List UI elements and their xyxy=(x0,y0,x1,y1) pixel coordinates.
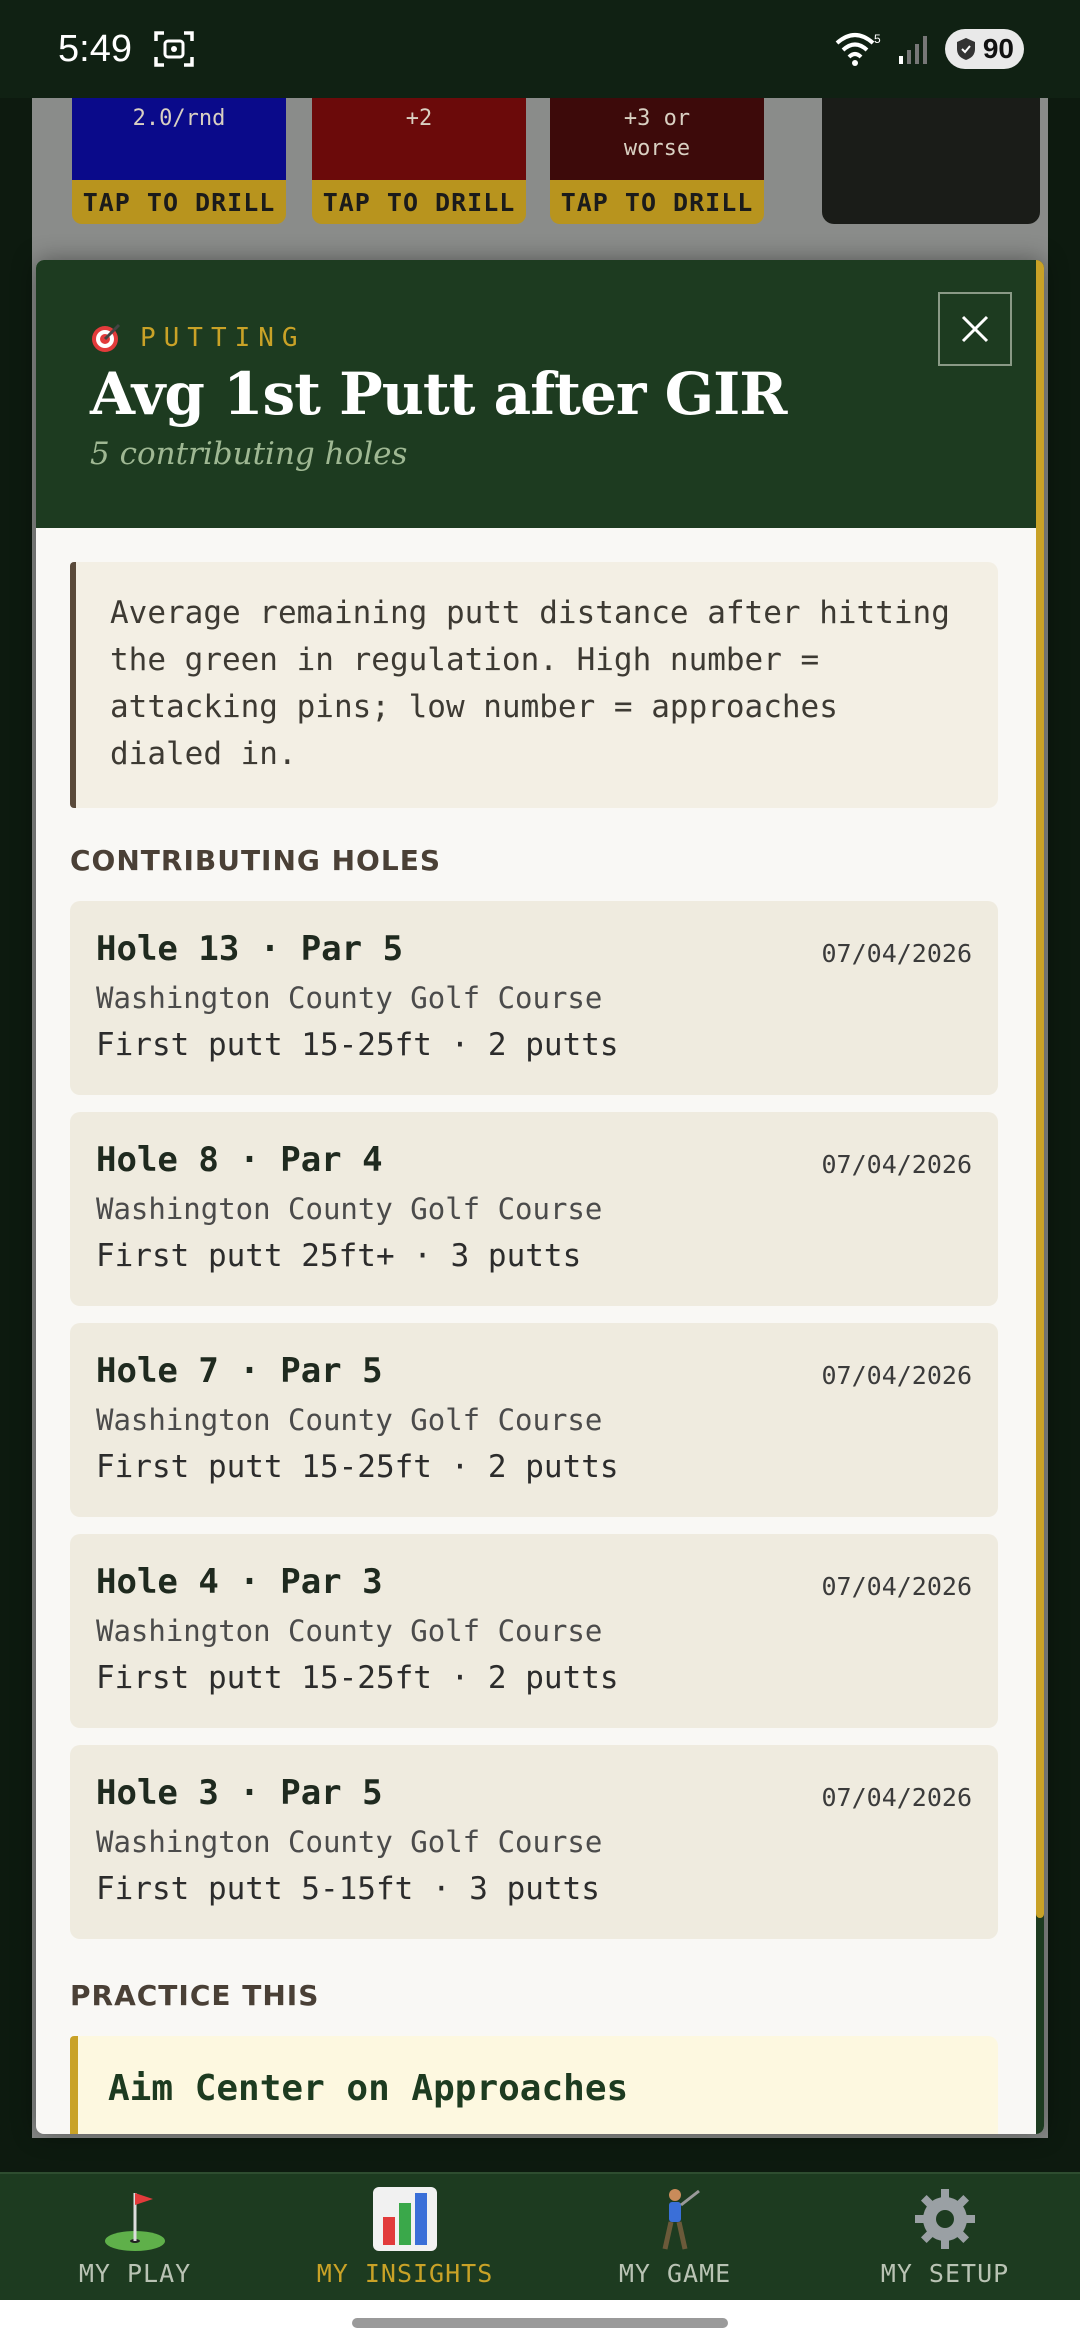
hole-course: Washington County Golf Course xyxy=(96,1403,603,1437)
gear-icon xyxy=(915,2189,975,2249)
practice-heading: PRACTICE THIS xyxy=(70,1979,320,2012)
category-row: PUTTING xyxy=(90,322,990,354)
hole-card[interactable]: Hole 8 · Par 4 07/04/2026 Washington Cou… xyxy=(70,1112,998,1306)
bar-chart-icon xyxy=(373,2187,437,2251)
hole-result: First putt 15-25ft · 2 putts xyxy=(96,1027,619,1063)
drill-stat: 2.0/rnd xyxy=(72,98,286,180)
hole-course: Washington County Golf Course xyxy=(96,1825,603,1859)
practice-drill-title: Aim Center on Approaches xyxy=(108,2068,629,2109)
scrollbar-thumb[interactable] xyxy=(1036,260,1044,1918)
drill-tile-empty xyxy=(822,98,1040,224)
golf-flag-icon xyxy=(105,2193,165,2251)
battery-indicator: 90 xyxy=(944,29,1024,69)
nav-label: MY PLAY xyxy=(78,2259,192,2288)
signal-icon xyxy=(898,36,927,64)
battery-level: 90 xyxy=(982,33,1014,64)
drill-action: TAP TO DRILL xyxy=(560,187,754,217)
hole-result: First putt 25ft+ · 3 putts xyxy=(96,1238,582,1274)
hole-date: 07/04/2026 xyxy=(821,939,972,968)
drill-tile[interactable]: +3 or worse TAP TO DRILL xyxy=(550,98,764,224)
hole-result: First putt 5-15ft · 3 putts xyxy=(96,1871,600,1907)
modal-title: Avg 1st Putt after GIR xyxy=(90,360,788,428)
bottom-nav: MY PLAY MY INSIGHTS MY GAME MY SETUP xyxy=(0,2172,1080,2300)
hole-card[interactable]: Hole 13 · Par 5 07/04/2026 Washington Co… xyxy=(70,901,998,1095)
nav-label: MY GAME xyxy=(618,2259,732,2288)
modal-subtitle: 5 contributing holes xyxy=(90,436,408,472)
status-bar: 5:49 5 90 xyxy=(0,0,1080,98)
hole-card[interactable]: Hole 3 · Par 5 07/04/2026 Washington Cou… xyxy=(70,1745,998,1939)
close-button[interactable] xyxy=(938,292,1012,366)
target-icon xyxy=(92,323,121,352)
golfer-icon xyxy=(662,2189,700,2250)
hole-course: Washington County Golf Course xyxy=(96,1192,603,1226)
nav-my-insights[interactable]: MY INSIGHTS xyxy=(270,2174,540,2300)
drill-action: TAP TO DRILL xyxy=(82,187,276,217)
nav-label: MY SETUP xyxy=(880,2259,1010,2288)
hole-date: 07/04/2026 xyxy=(821,1572,972,1601)
insight-detail-modal: PUTTING Avg 1st Putt after GIR 5 contrib… xyxy=(36,260,1044,2134)
drill-tile[interactable]: +2 TAP TO DRILL xyxy=(312,98,526,224)
shield-icon xyxy=(956,38,975,60)
status-indicators: 5 90 xyxy=(835,29,1024,69)
screenshot-icon xyxy=(154,31,194,67)
drill-stat: +2 xyxy=(312,98,526,180)
nav-my-play[interactable]: MY PLAY xyxy=(0,2174,270,2300)
hole-result: First putt 15-25ft · 2 putts xyxy=(96,1660,619,1696)
nav-my-game[interactable]: MY GAME xyxy=(540,2174,810,2300)
home-gesture-bar[interactable] xyxy=(352,2318,728,2328)
category-label: PUTTING xyxy=(140,323,306,353)
hole-course: Washington County Golf Course xyxy=(96,1614,603,1648)
hole-card[interactable]: Hole 4 · Par 3 07/04/2026 Washington Cou… xyxy=(70,1534,998,1728)
drill-action: TAP TO DRILL xyxy=(322,187,516,217)
nav-my-setup[interactable]: MY SETUP xyxy=(810,2174,1080,2300)
status-time: 5:49 xyxy=(58,27,132,70)
drill-stat: +3 or worse xyxy=(550,98,764,180)
close-icon xyxy=(961,315,989,343)
contributing-holes-heading: CONTRIBUTING HOLES xyxy=(70,844,441,877)
wifi-icon: 5 xyxy=(835,32,881,66)
practice-drill-card[interactable]: Aim Center on Approaches xyxy=(70,2036,998,2134)
insight-description: Average remaining putt distance after hi… xyxy=(70,562,998,808)
hole-date: 07/04/2026 xyxy=(821,1783,972,1812)
modal-header: PUTTING Avg 1st Putt after GIR 5 contrib… xyxy=(36,260,1044,528)
gesture-area xyxy=(0,2300,1080,2340)
hole-card[interactable]: Hole 7 · Par 5 07/04/2026 Washington Cou… xyxy=(70,1323,998,1517)
hole-result: First putt 15-25ft · 2 putts xyxy=(96,1449,619,1485)
nav-label: MY INSIGHTS xyxy=(316,2259,494,2288)
hole-date: 07/04/2026 xyxy=(821,1150,972,1179)
drill-tile[interactable]: 2.0/rnd TAP TO DRILL xyxy=(72,98,286,224)
hole-course: Washington County Golf Course xyxy=(96,981,603,1015)
modal-body: Average remaining putt distance after hi… xyxy=(36,528,1044,2134)
hole-date: 07/04/2026 xyxy=(821,1361,972,1390)
wifi-badge: 5 xyxy=(874,32,881,46)
